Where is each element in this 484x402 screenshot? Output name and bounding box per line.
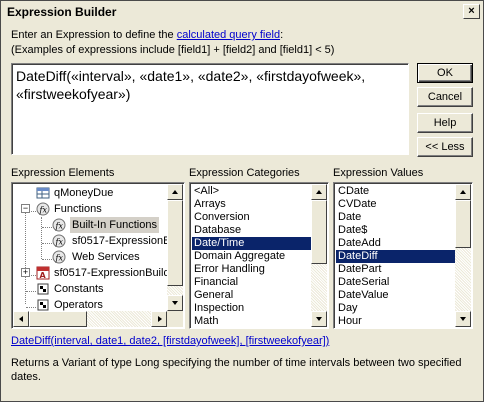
tree-item-label: sf0517-ExpressionBuild xyxy=(54,267,170,279)
list-item[interactable]: DateValue xyxy=(336,289,456,302)
help-button[interactable]: Help xyxy=(417,113,473,133)
scroll-right-button[interactable] xyxy=(151,311,167,327)
list-item[interactable]: Database xyxy=(192,224,312,237)
list-item[interactable]: Math xyxy=(192,315,312,328)
cancel-button[interactable]: Cancel xyxy=(417,87,473,107)
svg-text:A: A xyxy=(40,271,47,280)
svg-text:fx: fx xyxy=(55,222,64,231)
list-item[interactable]: Date$ xyxy=(336,224,456,237)
examples-text: (Examples of expressions include [field1… xyxy=(11,44,335,56)
collapse-toggle[interactable]: − xyxy=(21,204,30,213)
tree-item-label: Built-In Functions xyxy=(70,217,159,233)
elements-tree[interactable]: qMoneyDue − fx Functions fx Built-In Fun… xyxy=(11,182,185,329)
values-list[interactable]: CDate CVDate Date Date$ DateAdd DateDiff… xyxy=(333,182,473,329)
function-description: Returns a Variant of type Long specifyin… xyxy=(11,357,462,383)
categories-label: Expression Categories xyxy=(189,167,300,179)
instruction-line: Enter an Expression to define the calcul… xyxy=(11,29,283,41)
list-item-selected[interactable]: Date/Time xyxy=(192,237,312,250)
function-syntax-link[interactable]: DateDiff(interval, date1, date2, [firstd… xyxy=(11,335,329,347)
database-icon: A xyxy=(36,266,50,280)
instruction-prefix: Enter an Expression to define the xyxy=(11,29,177,41)
elements-horizontal-scrollbar[interactable] xyxy=(13,311,183,327)
calculated-query-field-link[interactable]: calculated query field xyxy=(177,29,280,41)
list-item[interactable]: Domain Aggregate xyxy=(192,250,312,263)
list-item-selected[interactable]: DateDiff xyxy=(336,250,456,263)
title-bar[interactable]: Expression Builder × xyxy=(1,1,483,23)
folder-icon xyxy=(37,299,49,311)
tree-item-label: sf0517-ExpressionB xyxy=(72,235,171,247)
values-label: Expression Values xyxy=(333,167,424,179)
elements-label: Expression Elements xyxy=(11,167,115,179)
less-button[interactable]: << Less xyxy=(417,137,473,157)
list-item[interactable]: CDate xyxy=(336,185,456,198)
list-item[interactable]: Arrays xyxy=(192,198,312,211)
list-item[interactable]: Financial xyxy=(192,276,312,289)
scroll-down-button[interactable] xyxy=(311,311,327,327)
list-item[interactable]: Conversion xyxy=(192,211,312,224)
dialog-title: Expression Builder xyxy=(7,5,117,19)
list-item[interactable]: Day xyxy=(336,302,456,315)
ok-button[interactable]: OK xyxy=(417,63,473,83)
tree-item-label: Constants xyxy=(54,283,104,295)
function-icon: fx xyxy=(52,250,66,264)
scroll-thumb[interactable] xyxy=(167,200,183,286)
scroll-down-button[interactable] xyxy=(167,295,183,311)
scrollbar-corner xyxy=(167,311,183,327)
scroll-thumb[interactable] xyxy=(311,200,327,264)
list-item[interactable]: CVDate xyxy=(336,198,456,211)
scroll-down-button[interactable] xyxy=(455,311,471,327)
query-icon xyxy=(36,187,50,199)
elements-vertical-scrollbar[interactable] xyxy=(167,184,183,311)
folder-icon xyxy=(37,283,49,295)
svg-text:fx: fx xyxy=(39,206,48,215)
list-item[interactable]: DateSerial xyxy=(336,276,456,289)
scroll-up-button[interactable] xyxy=(311,184,327,200)
svg-text:fx: fx xyxy=(55,254,64,263)
scroll-left-button[interactable] xyxy=(13,311,29,327)
function-icon: fx xyxy=(52,234,66,248)
tree-item-label: qMoneyDue xyxy=(54,187,114,199)
list-item[interactable]: Hour xyxy=(336,315,456,328)
scroll-up-button[interactable] xyxy=(455,184,471,200)
tree-item-label: Functions xyxy=(54,203,102,215)
svg-text:fx: fx xyxy=(55,238,64,247)
scroll-thumb[interactable] xyxy=(29,311,87,327)
expression-builder-dialog: Expression Builder × Enter an Expression… xyxy=(0,0,484,402)
expression-input[interactable]: DateDiff(«interval», «date1», «date2», «… xyxy=(11,63,409,155)
instruction-suffix: : xyxy=(280,29,284,41)
values-scrollbar[interactable] xyxy=(455,184,471,327)
scroll-thumb[interactable] xyxy=(455,200,471,248)
categories-list[interactable]: <All> Arrays Conversion Database Date/Ti… xyxy=(189,182,329,329)
expand-toggle[interactable]: + xyxy=(21,268,30,277)
categories-scrollbar[interactable] xyxy=(311,184,327,327)
list-item[interactable]: Error Handling xyxy=(192,263,312,276)
tree-item-label: Web Services xyxy=(72,251,140,263)
function-icon: fx xyxy=(36,202,50,216)
list-item[interactable]: Date xyxy=(336,211,456,224)
list-item[interactable]: <All> xyxy=(192,185,312,198)
list-item[interactable]: DatePart xyxy=(336,263,456,276)
scroll-up-button[interactable] xyxy=(167,184,183,200)
function-icon: fx xyxy=(52,218,66,232)
list-item[interactable]: General xyxy=(192,289,312,302)
close-button[interactable]: × xyxy=(463,4,480,19)
list-item[interactable]: DateAdd xyxy=(336,237,456,250)
list-item[interactable]: Inspection xyxy=(192,302,312,315)
